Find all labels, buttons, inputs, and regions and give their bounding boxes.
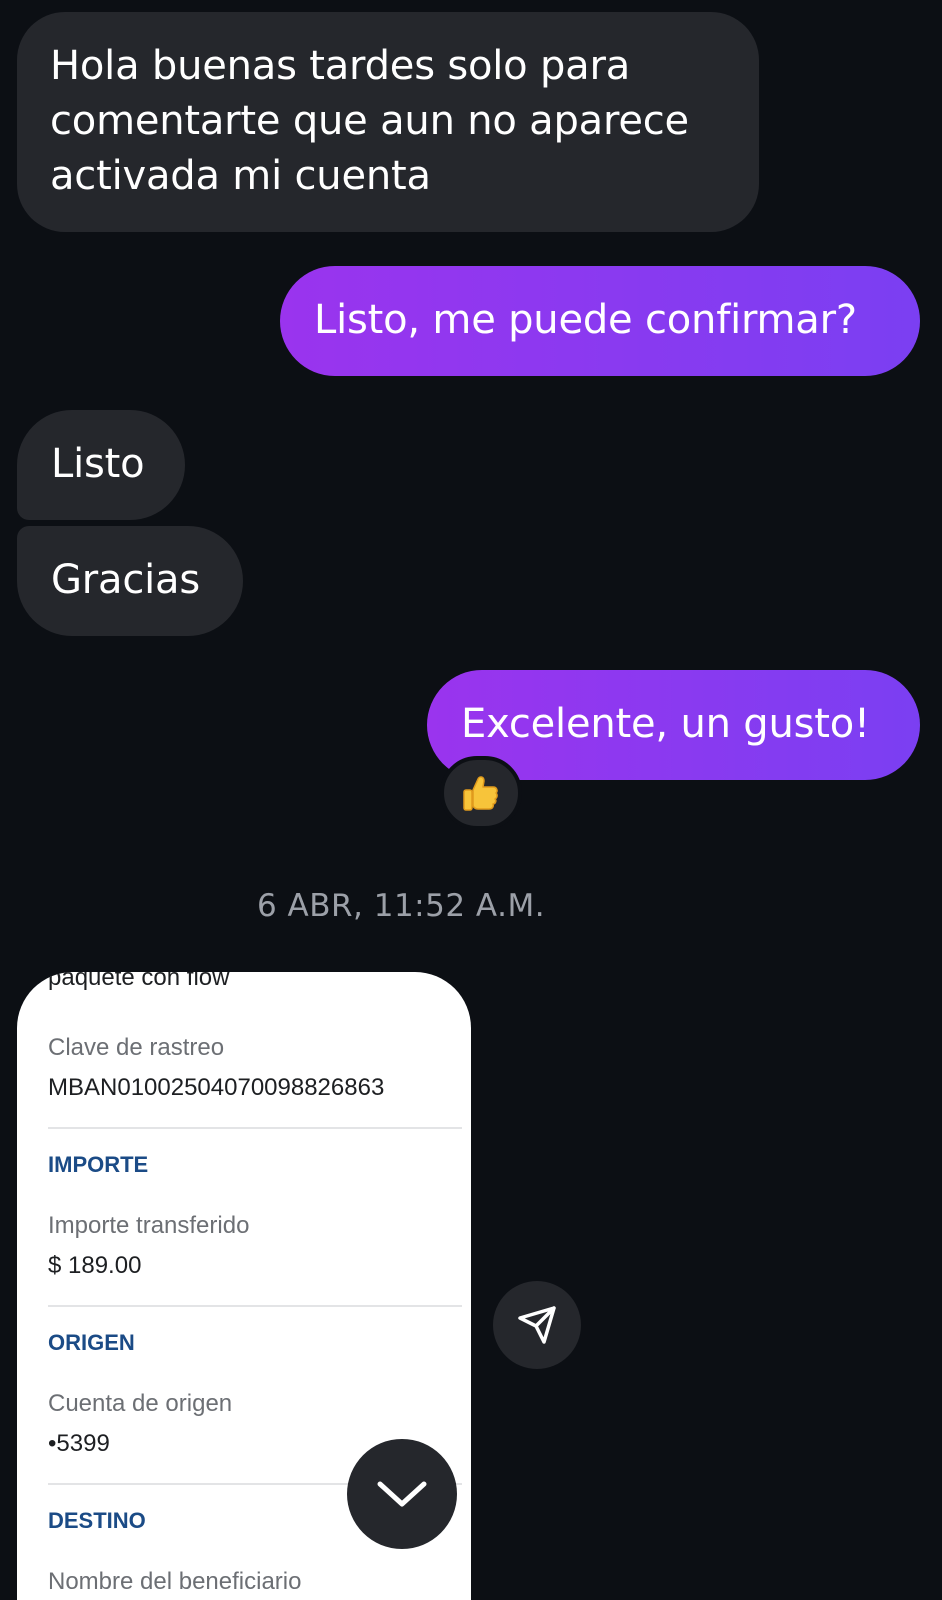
message-incoming[interactable]: Hola buenas tardes solo para comentarte …	[17, 12, 759, 232]
chevron-down-icon	[377, 1481, 427, 1507]
thumbs-up-icon	[463, 776, 498, 811]
message-reaction[interactable]	[440, 756, 522, 830]
message-text: Hola buenas tardes solo para comentarte …	[50, 43, 689, 199]
share-button[interactable]	[493, 1281, 581, 1369]
message-outgoing[interactable]: Listo, me puede confirmar?	[280, 266, 920, 376]
receipt-clave-value: MBAN01002504070098826863	[48, 1074, 385, 1101]
receipt-divider	[48, 1127, 462, 1129]
message-text: Gracias	[51, 557, 201, 603]
receipt-concept: paquete con flow	[48, 972, 230, 991]
message-text: Listo	[51, 441, 145, 487]
receipt-divider	[48, 1305, 462, 1307]
date-separator: 6 ABR, 11:52 A.M.	[256, 888, 546, 924]
receipt-importe-value: $ 189.00	[48, 1252, 142, 1279]
message-text: Listo, me puede confirmar?	[314, 297, 857, 343]
message-text: Excelente, un gusto!	[461, 701, 870, 747]
receipt-origen-label: Cuenta de origen	[48, 1390, 233, 1417]
scroll-down-button[interactable]	[347, 1439, 457, 1549]
receipt-importe-header: IMPORTE	[48, 1152, 149, 1177]
receipt-origen-value: •5399	[48, 1430, 110, 1457]
receipt-importe-label: Importe transferido	[48, 1212, 250, 1239]
message-incoming[interactable]: Gracias	[17, 526, 243, 636]
paper-plane-icon	[518, 1306, 556, 1344]
receipt-destino-header: DESTINO	[48, 1508, 146, 1533]
chat-screen: Hola buenas tardes solo para comentarte …	[0, 0, 942, 1600]
message-incoming[interactable]: Listo	[17, 410, 185, 520]
receipt-origen-header: ORIGEN	[48, 1330, 135, 1355]
receipt-destino-label: Nombre del beneficiario	[48, 1568, 302, 1595]
receipt-clave-label: Clave de rastreo	[48, 1034, 225, 1061]
